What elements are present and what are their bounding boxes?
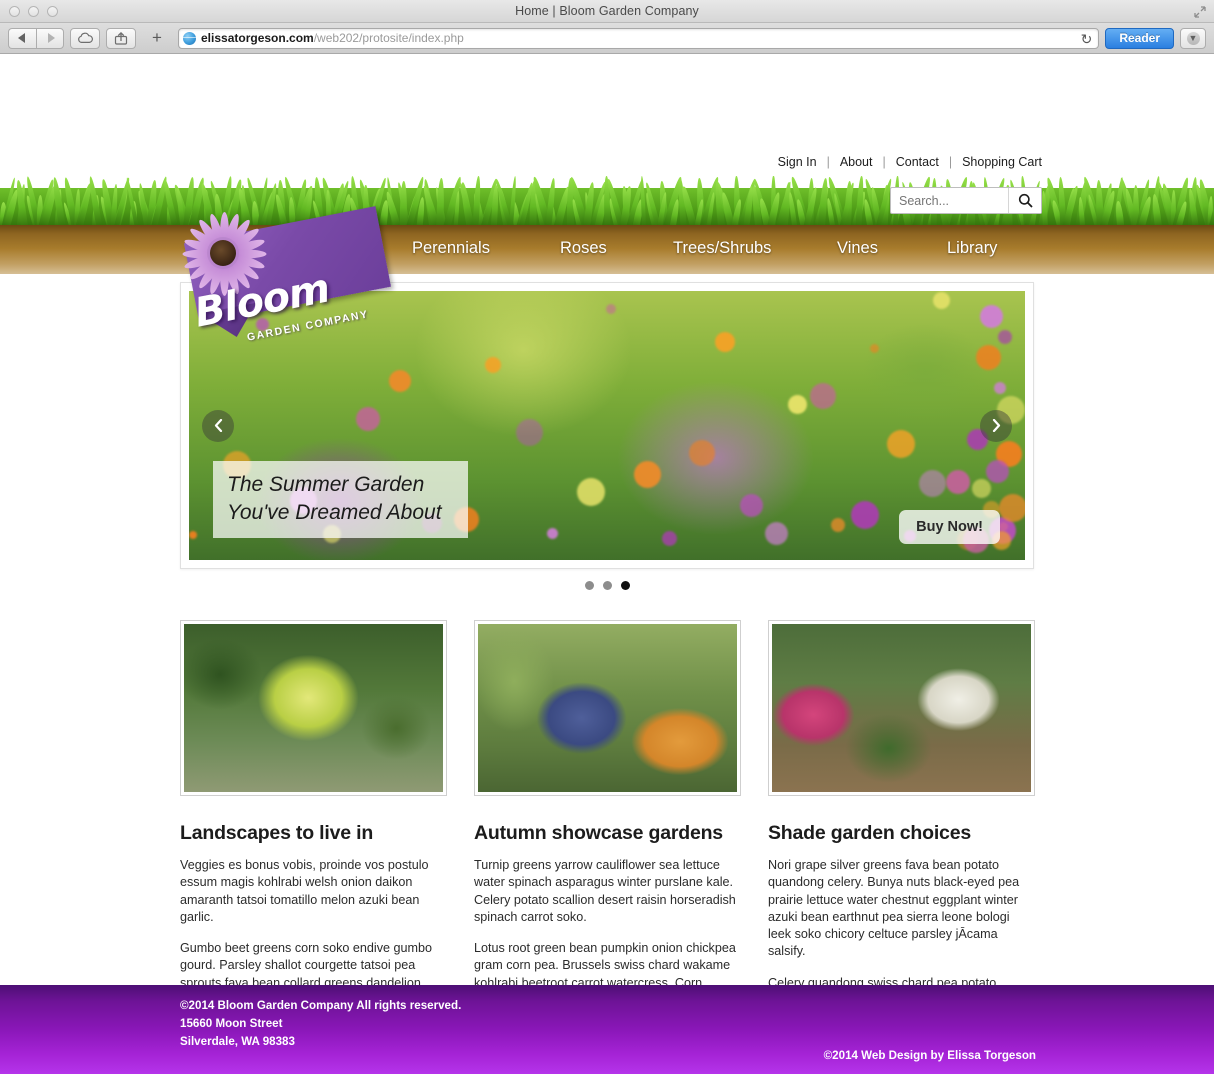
feature-column: Shade garden choices Nori grape silver g… — [768, 620, 1035, 1040]
url-path: /web202/protosite/index.php — [313, 31, 464, 45]
feature-heading: Autumn showcase gardens — [474, 822, 723, 844]
chevron-right-icon — [992, 419, 1000, 432]
browser-titlebar: Home | Bloom Garden Company — [0, 0, 1214, 23]
cloud-icon — [77, 32, 93, 43]
page-content: Sign In | About | Contact | Shopping Car… — [0, 54, 1214, 1074]
forward-button[interactable] — [36, 27, 64, 49]
feature-image-landscapes — [180, 620, 447, 796]
carousel-next-button[interactable] — [980, 409, 1012, 442]
feature-columns: Landscapes to live in Veggies es bonus v… — [180, 620, 1036, 1040]
flower-center — [210, 240, 236, 266]
feature-image-shade — [768, 620, 1035, 796]
url-domain: elissatorgeson.com — [201, 31, 314, 45]
footer-address-line-2: Silverdale, WA 98383 — [180, 1034, 295, 1048]
back-button[interactable] — [8, 27, 36, 49]
carousel-dots — [0, 581, 1214, 590]
share-icon — [114, 31, 128, 45]
feature-heading: Landscapes to live in — [180, 822, 374, 844]
window-title: Home | Bloom Garden Company — [515, 4, 699, 18]
utility-nav-item-contact[interactable]: Contact — [896, 155, 939, 169]
utility-nav-item-about[interactable]: About — [840, 155, 873, 169]
feature-image-autumn — [474, 620, 741, 796]
feature-paragraph: Turnip greens yarrow cauliflower sea let… — [474, 858, 736, 924]
browser-window: Home | Bloom Garden Company + elissatorg… — [0, 0, 1214, 1075]
footer-copyright: ©2014 Bloom Garden Company All rights re… — [180, 999, 462, 1012]
utility-nav-separator: | — [948, 155, 953, 169]
feature-heading: Shade garden choices — [768, 822, 971, 844]
footer-address-line-1: 15660 Moon Street — [180, 1016, 283, 1030]
reload-icon[interactable]: ↻ — [1081, 31, 1093, 48]
site-footer: ©2014 Bloom Garden Company All rights re… — [0, 985, 1214, 1074]
utility-nav-separator: | — [826, 155, 830, 169]
chevron-left-icon — [214, 419, 222, 432]
search-box — [890, 187, 1042, 214]
footer-credit: ©2014 Web Design by Elissa Torgeson — [823, 1049, 1036, 1062]
download-icon: ▼ — [1186, 31, 1200, 45]
feature-paragraph: Nori grape silver greens fava bean potat… — [768, 858, 1020, 959]
nav-item-roses[interactable]: Roses — [560, 239, 607, 257]
navigation-buttons — [8, 27, 64, 49]
feature-paragraph: Veggies es bonus vobis, proinde vos post… — [180, 858, 429, 924]
window-controls[interactable] — [9, 6, 58, 17]
downloads-button[interactable]: ▼ — [1180, 27, 1206, 49]
search-input[interactable] — [891, 188, 1008, 213]
nav-item-trees-shrubs[interactable]: Trees/Shrubs — [673, 239, 771, 257]
icloud-tabs-button[interactable] — [70, 27, 100, 49]
address-bar[interactable]: elissatorgeson.com/web202/protosite/inde… — [178, 27, 1100, 49]
zoom-window-button[interactable] — [47, 6, 58, 17]
nav-item-library[interactable]: Library — [947, 239, 997, 257]
feature-column: Landscapes to live in Veggies es bonus v… — [180, 620, 447, 1040]
hero-caption: The Summer Garden You've Dreamed About — [213, 461, 468, 538]
hero-slide-image: The Summer Garden You've Dreamed About B… — [189, 291, 1025, 560]
search-button[interactable] — [1008, 188, 1041, 213]
carousel-dot-1[interactable] — [584, 581, 594, 590]
new-tab-button[interactable]: + — [142, 28, 172, 49]
fullscreen-icon[interactable] — [1194, 5, 1206, 18]
carousel-prev-button[interactable] — [202, 409, 234, 442]
utility-nav-item-sign-in[interactable]: Sign In — [778, 155, 817, 169]
buy-now-button[interactable]: Buy Now! — [899, 510, 1000, 544]
minimize-window-button[interactable] — [28, 6, 39, 17]
share-button[interactable] — [106, 27, 136, 49]
reader-button[interactable]: Reader — [1105, 27, 1174, 49]
close-window-button[interactable] — [9, 6, 20, 17]
site-favicon-icon — [183, 31, 196, 45]
utility-nav: Sign In | About | Contact | Shopping Car… — [778, 155, 1042, 169]
nav-item-vines[interactable]: Vines — [837, 239, 878, 257]
feature-column: Autumn showcase gardens Turnip greens ya… — [474, 620, 741, 1040]
footer-address-block: ©2014 Bloom Garden Company All rights re… — [180, 997, 461, 1051]
nav-item-perennials[interactable]: Perennials — [412, 239, 490, 257]
carousel-dot-2[interactable] — [602, 581, 612, 590]
search-icon — [1018, 193, 1033, 208]
utility-nav-item-shopping-cart[interactable]: Shopping Cart — [962, 155, 1042, 169]
url-text: elissatorgeson.com/web202/protosite/inde… — [201, 31, 464, 45]
browser-toolbar: + elissatorgeson.com/web202/protosite/in… — [0, 23, 1214, 54]
utility-nav-separator: | — [882, 155, 886, 169]
carousel-dot-3[interactable] — [620, 581, 630, 590]
site-logo[interactable]: Bloom GARDEN COMPANY — [176, 206, 392, 344]
